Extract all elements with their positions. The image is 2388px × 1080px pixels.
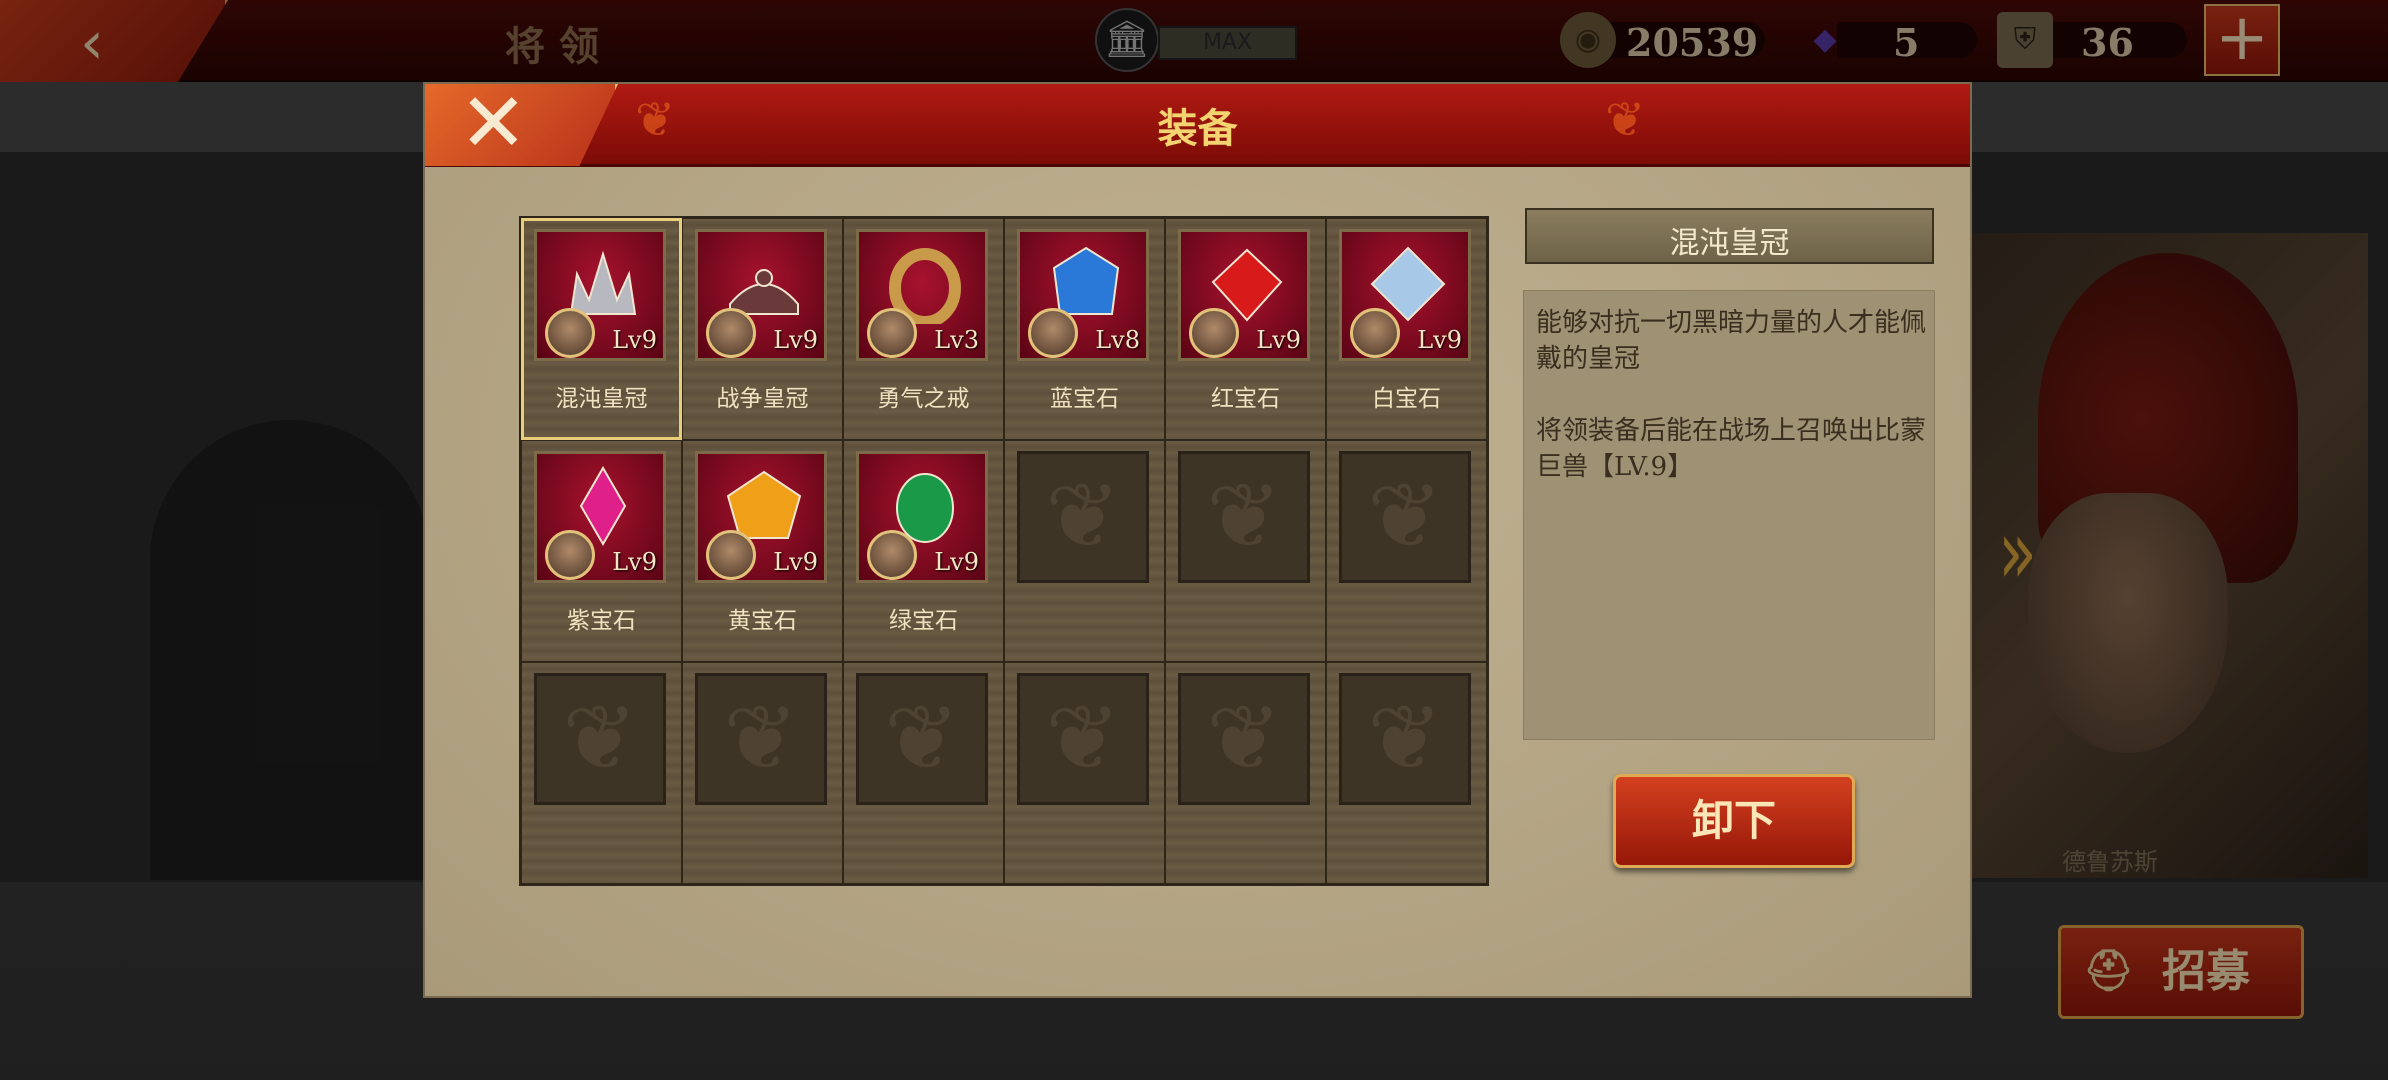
empty-slot-frame: ❦	[1339, 673, 1471, 805]
general-avatar	[1028, 308, 1078, 358]
item-name: 黄宝石	[728, 608, 797, 634]
item-level: Lv9	[773, 326, 818, 354]
laurel-wreath-icon: ❦	[1206, 464, 1282, 569]
empty-slot-frame: ❦	[1017, 451, 1149, 583]
empty-slot-frame: ❦	[1178, 451, 1310, 583]
item-level: Lv9	[773, 548, 818, 576]
general-avatar	[867, 530, 917, 580]
equipment-slot[interactable]: Lv9 白宝石	[1326, 218, 1487, 440]
general-avatar	[867, 308, 917, 358]
empty-equipment-slot[interactable]: ❦	[1165, 440, 1326, 662]
unequip-button[interactable]: 卸下	[1613, 774, 1855, 868]
item-level: Lv9	[612, 326, 657, 354]
item-level: Lv9	[612, 548, 657, 576]
laurel-wreath-icon: ❦	[1045, 686, 1121, 791]
item-name: 勇气之戒	[877, 386, 970, 412]
equipment-dialog: ❦ ❦ 装备 ✕ Lv9 混沌皇冠 Lv9 战争皇冠 Lv3 勇气之戒 Lv8 …	[423, 82, 1972, 998]
laurel-wreath-icon: ❦	[1206, 686, 1282, 791]
empty-equipment-slot[interactable]: ❦	[843, 662, 1004, 884]
equipment-slot[interactable]: Lv9 战争皇冠	[682, 218, 843, 440]
equipment-slot[interactable]: Lv8 蓝宝石	[1004, 218, 1165, 440]
equipment-slot[interactable]: Lv3 勇气之戒	[843, 218, 1004, 440]
equipment-slot[interactable]: Lv9 红宝石	[1165, 218, 1326, 440]
empty-slot-frame: ❦	[1339, 451, 1471, 583]
laurel-wreath-icon: ❦	[1367, 464, 1443, 569]
item-frame: Lv3	[856, 229, 988, 361]
close-icon: ✕	[459, 76, 528, 171]
equipment-slot[interactable]: Lv9 紫宝石	[521, 440, 682, 662]
item-frame: Lv9	[695, 229, 827, 361]
laurel-wreath-icon: ❦	[562, 686, 638, 791]
equipment-slot[interactable]: Lv9 黄宝石	[682, 440, 843, 662]
empty-slot-frame: ❦	[1178, 673, 1310, 805]
empty-equipment-slot[interactable]: ❦	[682, 662, 843, 884]
item-level: Lv9	[1417, 326, 1462, 354]
general-avatar	[706, 308, 756, 358]
item-level: Lv9	[934, 548, 979, 576]
item-frame: Lv9	[1339, 229, 1471, 361]
dialog-header: ❦ ❦ 装备 ✕	[425, 84, 1970, 167]
detail-title: 混沌皇冠	[1669, 226, 1790, 261]
item-name: 绿宝石	[889, 608, 958, 634]
item-frame: Lv9	[534, 451, 666, 583]
item-frame: Lv9	[1178, 229, 1310, 361]
item-name: 蓝宝石	[1050, 386, 1119, 412]
general-avatar	[545, 530, 595, 580]
equipment-slot[interactable]: Lv9 混沌皇冠	[521, 218, 682, 440]
item-level: Lv8	[1095, 326, 1140, 354]
item-level: Lv9	[1256, 326, 1301, 354]
item-description: 能够对抗一切黑暗力量的人才能佩戴的皇冠 将领装备后能在战场上召唤出比蒙巨兽【LV…	[1536, 308, 1927, 482]
item-name: 混沌皇冠	[555, 386, 648, 412]
item-frame: Lv9	[695, 451, 827, 583]
dialog-title: 装备	[1157, 105, 1238, 152]
equipment-grid: Lv9 混沌皇冠 Lv9 战争皇冠 Lv3 勇气之戒 Lv8 蓝宝石 Lv9 红…	[519, 216, 1489, 886]
laurel-wreath-icon: ❦	[1045, 464, 1121, 569]
empty-equipment-slot[interactable]: ❦	[1004, 440, 1165, 662]
empty-equipment-slot[interactable]: ❦	[521, 662, 682, 884]
general-avatar	[545, 308, 595, 358]
general-avatar	[706, 530, 756, 580]
item-name: 白宝石	[1372, 386, 1441, 412]
empty-slot-frame: ❦	[1017, 673, 1149, 805]
empty-slot-frame: ❦	[695, 673, 827, 805]
item-frame: Lv9	[534, 229, 666, 361]
item-name: 紫宝石	[567, 608, 636, 634]
general-avatar	[1189, 308, 1239, 358]
empty-slot-frame: ❦	[534, 673, 666, 805]
equipment-slot[interactable]: Lv9 绿宝石	[843, 440, 1004, 662]
general-avatar	[1350, 308, 1400, 358]
empty-slot-frame: ❦	[856, 673, 988, 805]
item-name: 战争皇冠	[716, 386, 809, 412]
empty-equipment-slot[interactable]: ❦	[1326, 440, 1487, 662]
empty-equipment-slot[interactable]: ❦	[1004, 662, 1165, 884]
laurel-wreath-icon: ❦	[723, 686, 799, 791]
item-name: 红宝石	[1211, 386, 1280, 412]
laurel-wreath-icon: ❦	[884, 686, 960, 791]
empty-equipment-slot[interactable]: ❦	[1165, 662, 1326, 884]
laurel-wreath-icon: ❦	[1367, 686, 1443, 791]
item-level: Lv3	[934, 326, 979, 354]
detail-description-box: 能够对抗一切黑暗力量的人才能佩戴的皇冠 将领装备后能在战场上召唤出比蒙巨兽【LV…	[1523, 290, 1935, 740]
item-frame: Lv9	[856, 451, 988, 583]
item-frame: Lv8	[1017, 229, 1149, 361]
empty-equipment-slot[interactable]: ❦	[1326, 662, 1487, 884]
